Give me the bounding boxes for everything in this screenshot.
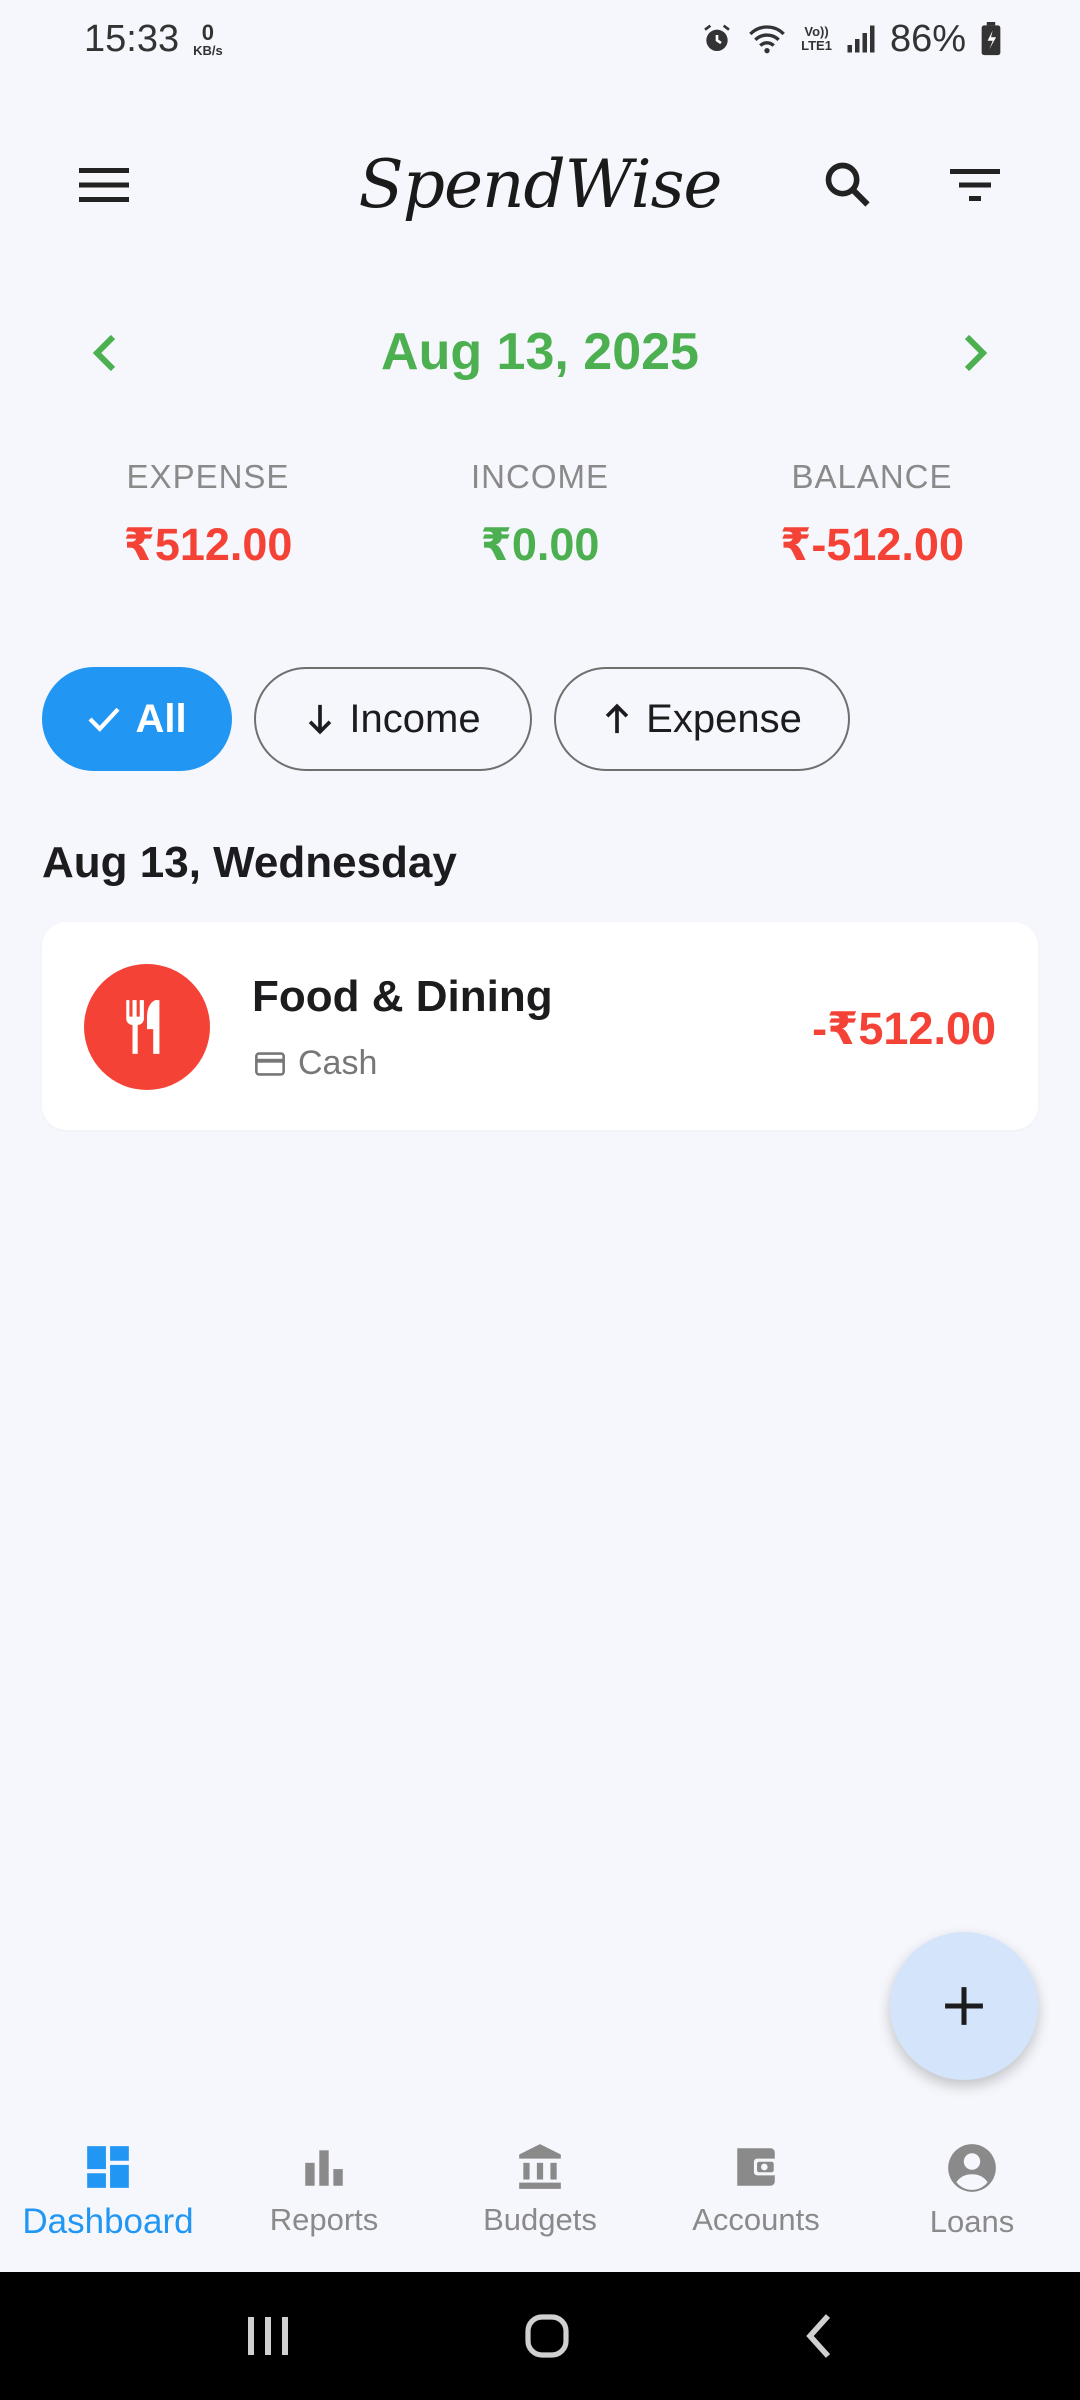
- account-circle-icon: [948, 2144, 996, 2192]
- filter-chip-label: Income: [349, 696, 481, 741]
- check-icon: [88, 707, 120, 732]
- recent-apps-icon[interactable]: [246, 2313, 290, 2359]
- nav-label: Reports: [269, 2202, 379, 2237]
- chevron-right-icon: [964, 334, 988, 372]
- transaction-category: Food & Dining: [252, 972, 553, 1021]
- wallet-icon: [737, 2148, 777, 2186]
- filter-button[interactable]: [935, 145, 1015, 225]
- summary-row: EXPENSE ₹512.00 INCOME ₹0.00 BALANCE ₹-5…: [0, 458, 1080, 571]
- dashboard-icon: [87, 2146, 129, 2188]
- nav-dashboard[interactable]: Dashboard: [0, 2120, 216, 2272]
- bottom-navigation: Dashboard Reports Budgets Accounts Loans: [0, 2120, 1080, 2272]
- alarm-icon: [704, 24, 730, 51]
- status-time: 15:33: [84, 17, 180, 60]
- net-speed: 0 KB/s: [193, 19, 223, 58]
- nav-reports[interactable]: Reports: [216, 2120, 432, 2272]
- search-icon: [825, 162, 870, 207]
- income-label: INCOME: [471, 458, 609, 495]
- bar-chart-icon: [305, 2150, 343, 2186]
- battery-icon: [981, 22, 1001, 56]
- add-transaction-button[interactable]: [890, 1932, 1038, 2080]
- home-icon[interactable]: [523, 2312, 571, 2360]
- filter-chip-expense[interactable]: Expense: [554, 667, 850, 771]
- bank-icon: [519, 2144, 561, 2189]
- volte-indicator: Vo)) LTE1: [801, 24, 832, 53]
- system-navigation-bar: [0, 2272, 1080, 2400]
- nav-label: Accounts: [692, 2202, 820, 2237]
- app-title: SpendWise: [358, 146, 723, 223]
- category-icon-container: [84, 964, 210, 1090]
- nav-label: Dashboard: [22, 2202, 194, 2241]
- transaction-card[interactable]: Food & Dining Cash -₹512.00: [42, 922, 1038, 1130]
- filter-chips: All Income Expense: [42, 667, 850, 771]
- arrow-up-icon: [605, 703, 629, 734]
- wifi-icon: [749, 25, 785, 54]
- search-button[interactable]: [808, 145, 888, 225]
- filter-chip-label: Expense: [646, 696, 802, 741]
- filter-chip-label: All: [135, 696, 187, 741]
- balance-summary: BALANCE ₹-512.00: [706, 458, 1038, 571]
- plus-icon: [945, 1987, 983, 2025]
- filter-chip-all[interactable]: All: [42, 667, 232, 771]
- filter-icon: [950, 169, 1000, 201]
- expense-value: ₹512.00: [123, 519, 293, 570]
- nav-loans[interactable]: Loans: [864, 2120, 1080, 2272]
- expense-label: EXPENSE: [126, 458, 290, 495]
- restaurant-icon: [126, 1000, 160, 1054]
- nav-accounts[interactable]: Accounts: [648, 2120, 864, 2272]
- credit-card-icon: [255, 1051, 285, 1076]
- section-date-header: Aug 13, Wednesday: [42, 838, 457, 887]
- current-date[interactable]: Aug 13, 2025: [0, 322, 1080, 382]
- date-navigator: Aug 13, 2025: [0, 300, 1080, 404]
- nav-label: Budgets: [483, 2202, 597, 2237]
- nav-label: Loans: [929, 2204, 1015, 2239]
- balance-label: BALANCE: [791, 458, 953, 495]
- income-summary: INCOME ₹0.00: [374, 458, 706, 571]
- balance-value: ₹-512.00: [780, 519, 964, 570]
- filter-chip-income[interactable]: Income: [254, 667, 532, 771]
- income-value: ₹0.00: [480, 519, 600, 570]
- signal-icon: [847, 25, 875, 53]
- next-date-button[interactable]: [940, 318, 1010, 388]
- transaction-amount: -₹512.00: [812, 1003, 996, 1054]
- arrow-down-icon: [309, 704, 332, 735]
- battery-percent: 86%: [889, 17, 966, 60]
- app-bar: SpendWise: [0, 120, 1080, 250]
- transaction-account-label: Cash: [298, 1044, 378, 1082]
- transaction-account: Cash: [254, 1044, 377, 1083]
- expense-summary: EXPENSE ₹512.00: [42, 458, 374, 571]
- status-bar: 15:33 0 KB/s Vo)) LTE1 86%: [0, 0, 1080, 78]
- back-icon[interactable]: [804, 2312, 834, 2360]
- nav-budgets[interactable]: Budgets: [432, 2120, 648, 2272]
